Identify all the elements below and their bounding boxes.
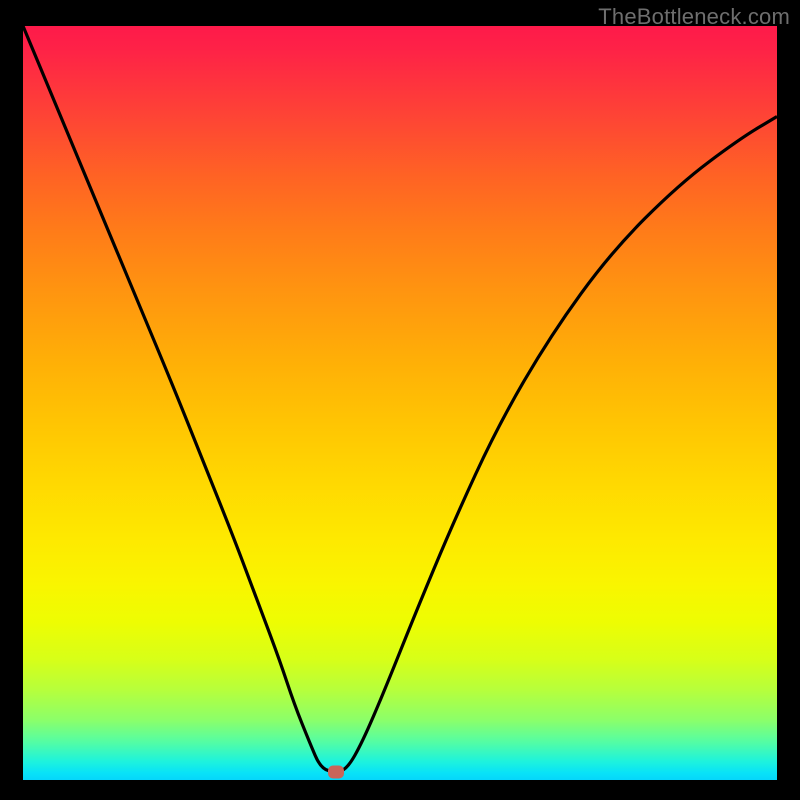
plot-area xyxy=(23,26,777,780)
watermark-text: TheBottleneck.com xyxy=(598,4,790,30)
curve-svg xyxy=(23,26,777,780)
bottleneck-curve xyxy=(23,26,777,772)
optimal-point-marker xyxy=(328,766,344,779)
chart-container: TheBottleneck.com xyxy=(0,0,800,800)
